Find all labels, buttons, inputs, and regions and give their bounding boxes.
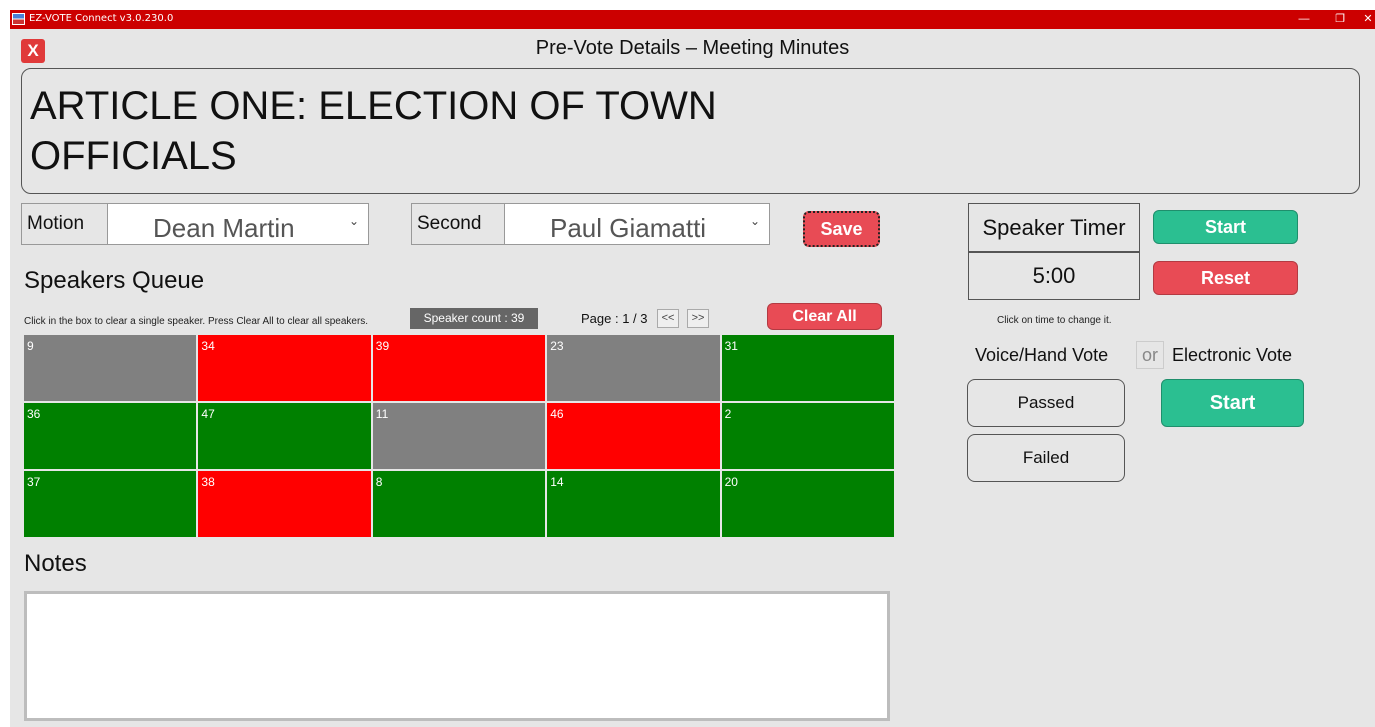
voice-hand-vote-label: Voice/Hand Vote xyxy=(975,345,1109,365)
speaker-cell[interactable]: 37 xyxy=(24,471,197,537)
passed-button[interactable]: Passed xyxy=(967,379,1125,427)
or-separator: or xyxy=(1136,341,1164,369)
second-select[interactable]: Paul Giamatti ⌄ xyxy=(504,203,770,245)
window-title: EZ-VOTE Connect v3.0.230.0 xyxy=(29,13,174,24)
speaker-timer-label: Speaker Timer xyxy=(968,203,1140,252)
clear-all-button[interactable]: Clear All xyxy=(767,303,882,330)
speaker-cell[interactable]: 11 xyxy=(372,403,546,469)
chevron-down-icon: ⌄ xyxy=(348,214,359,228)
timer-value[interactable]: 5:00 xyxy=(968,252,1140,300)
page-title: Pre-Vote Details – Meeting Minutes xyxy=(535,37,850,59)
speaker-cell[interactable]: 31 xyxy=(721,335,894,401)
second-label-box: Second xyxy=(411,203,505,245)
timer-hint: Click on time to change it. xyxy=(997,315,1112,326)
second-label: Second xyxy=(417,213,482,234)
article-title: ARTICLE ONE: ELECTION OF TOWN OFFICIALS xyxy=(30,84,717,178)
speaker-cell[interactable]: 34 xyxy=(198,335,371,401)
speakers-hint: Click in the box to clear a single speak… xyxy=(24,316,369,327)
speaker-cell[interactable]: 36 xyxy=(24,403,197,469)
speaker-cell[interactable]: 38 xyxy=(198,471,371,537)
motion-label: Motion xyxy=(27,213,85,234)
timer-reset-button[interactable]: Reset xyxy=(1153,261,1298,295)
chevron-down-icon: ⌄ xyxy=(749,214,760,228)
speakers-grid: 9 34 39 23 31 36 47 11 46 2 37 38 8 14 20 xyxy=(24,335,894,537)
speaker-cell[interactable]: 14 xyxy=(547,471,720,537)
speaker-cell[interactable]: 20 xyxy=(721,471,894,537)
second-value: Paul Giamatti xyxy=(550,213,707,243)
title-bar: EZ-VOTE Connect v3.0.230.0 — ❐ ✕ xyxy=(10,10,1375,29)
speaker-count-badge: Speaker count : 39 xyxy=(410,308,538,329)
motion-label-box: Motion xyxy=(21,203,108,245)
app-icon xyxy=(12,13,25,25)
notes-title: Notes xyxy=(24,550,87,577)
speaker-cell[interactable]: 9 xyxy=(24,335,197,401)
prev-page-button[interactable]: << xyxy=(657,309,679,328)
next-page-button[interactable]: >> xyxy=(687,309,709,328)
speaker-cell[interactable]: 39 xyxy=(372,335,546,401)
speaker-cell[interactable]: 8 xyxy=(372,471,546,537)
save-button[interactable]: Save xyxy=(803,211,880,247)
failed-button[interactable]: Failed xyxy=(967,434,1125,482)
speakers-queue-title: Speakers Queue xyxy=(24,267,205,294)
electronic-vote-start-button[interactable]: Start xyxy=(1161,379,1304,427)
speaker-cell[interactable]: 46 xyxy=(547,403,720,469)
electronic-vote-label: Electronic Vote xyxy=(1172,345,1293,365)
window-close-icon[interactable]: ✕ xyxy=(1348,10,1375,29)
speaker-cell[interactable]: 47 xyxy=(198,403,371,469)
page-indicator: Page : 1 / 3 xyxy=(581,311,648,326)
speaker-cell[interactable]: 2 xyxy=(721,403,894,469)
article-box: ARTICLE ONE: ELECTION OF TOWN OFFICIALS xyxy=(21,68,1360,194)
main-panel: X Pre-Vote Details – Meeting Minutes ART… xyxy=(10,29,1375,727)
motion-value: Dean Martin xyxy=(153,213,295,243)
notes-textarea[interactable] xyxy=(24,591,890,721)
timer-start-button[interactable]: Start xyxy=(1153,210,1298,244)
minimize-icon[interactable]: — xyxy=(1284,10,1324,29)
speaker-cell[interactable]: 23 xyxy=(547,335,720,401)
motion-select[interactable]: Dean Martin ⌄ xyxy=(107,203,369,245)
